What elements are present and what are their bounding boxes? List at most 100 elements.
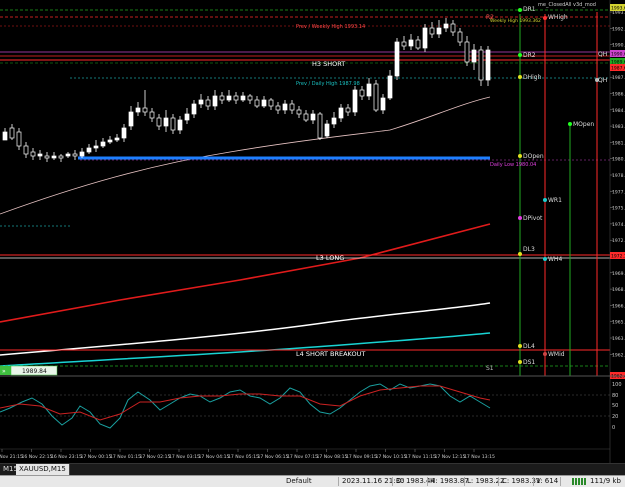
price-axis-label: 1987.6 xyxy=(612,75,625,81)
candle-body xyxy=(198,99,204,105)
dl3-marker xyxy=(518,252,522,256)
qh-label: QH xyxy=(598,77,607,84)
status-close: C: 1983.31 xyxy=(502,477,541,485)
dr2-label: DR2 xyxy=(523,52,536,59)
oscillator-axis-label: 80 xyxy=(612,393,618,399)
candle-body xyxy=(184,113,190,121)
dl4-marker xyxy=(518,344,522,348)
time-axis-label: 16 Nov 22:15 xyxy=(22,454,53,460)
candle-body xyxy=(93,145,99,149)
h3-short-label: H3 SHORT xyxy=(312,60,345,68)
candle-body xyxy=(471,49,477,63)
candle-body xyxy=(464,41,470,63)
dr1-marker xyxy=(518,8,522,12)
candle-body xyxy=(86,147,92,153)
time-axis-label: 17 Nov 09:15 xyxy=(346,454,377,460)
dpivot-label: DPivot xyxy=(523,215,543,222)
price-chart[interactable]: DR1 R2 WHigh Weekly High 1993.362 Prev /… xyxy=(0,0,625,463)
wmid-label: WMid xyxy=(548,351,565,358)
connection-icon xyxy=(572,478,586,485)
time-axis-label: 17 Nov 11:15 xyxy=(405,454,436,460)
price-axis-label: 1966.6 xyxy=(612,303,625,309)
time-axis-label: 17 Nov 08:15 xyxy=(317,454,348,460)
candle-body xyxy=(51,155,57,159)
candle-body xyxy=(226,95,232,101)
candle-body xyxy=(156,117,162,127)
candle-body xyxy=(72,153,78,157)
candle-body xyxy=(2,131,8,141)
chart-area[interactable]: DR1 R2 WHigh Weekly High 1993.362 Prev /… xyxy=(0,0,625,486)
wmid-marker xyxy=(543,352,547,356)
candle-body xyxy=(394,41,400,77)
scroll-arrow-icon: » xyxy=(2,368,6,375)
candle-body xyxy=(387,75,393,99)
dpivot-marker xyxy=(518,216,522,220)
price-axis-label: 1968.1 xyxy=(612,287,625,293)
time-axis-label: 16 Nov 23:15 xyxy=(51,454,82,460)
price-axis-label: 1975.6 xyxy=(612,206,625,212)
candle-body xyxy=(296,109,302,115)
candle-body xyxy=(275,105,281,111)
time-axis-label: 17 Nov 02:15 xyxy=(140,454,171,460)
candle-body xyxy=(212,95,218,107)
candle-body xyxy=(30,151,36,157)
candle-body xyxy=(23,145,29,155)
candle-body xyxy=(142,107,148,113)
l4-short-label: L4 SHORT BREAKOUT xyxy=(296,350,365,358)
candle-body xyxy=(359,89,365,97)
candle-body xyxy=(65,153,71,157)
dopen-label: DOpen xyxy=(523,153,544,160)
candle-body xyxy=(401,41,407,47)
qh-label-top: QH xyxy=(598,51,607,58)
candle-body xyxy=(247,95,253,101)
price-axis-label: 1962.1 xyxy=(612,352,625,358)
time-axis-label: 17 Nov 04:15 xyxy=(199,454,230,460)
candle-body xyxy=(436,27,442,35)
status-bar: Default 2023.11.16 21:30 O: 1983.44 H: 1… xyxy=(0,475,625,487)
price-axis-label: 1974.1 xyxy=(612,222,625,228)
candle-body xyxy=(268,99,274,107)
candle-body xyxy=(261,99,267,107)
price-badge-label: 1972.1 xyxy=(611,254,625,260)
candle-body xyxy=(289,103,295,111)
daily-low-label: Daily Low 1980.04 xyxy=(490,162,536,168)
candle-body xyxy=(310,113,316,121)
candle-body xyxy=(170,117,176,131)
price-axis-label: 1984.6 xyxy=(612,108,625,114)
mopen-marker xyxy=(568,122,572,126)
time-axis-label: 17 Nov 13:15 xyxy=(464,454,495,460)
candle-body xyxy=(149,111,155,119)
candle-body xyxy=(338,107,344,119)
mopen-label: MOpen xyxy=(573,121,594,128)
time-axis-label: 17 Nov 03:15 xyxy=(169,454,200,460)
candle-body xyxy=(303,113,309,121)
dhigh-marker xyxy=(518,75,522,79)
price-axis-label: 1990.6 xyxy=(612,43,625,49)
time-axis-label: 16 Nov 21:15 xyxy=(0,454,23,460)
candle-body xyxy=(485,49,491,81)
price-axis-label: 1980.1 xyxy=(612,157,625,163)
price-badge-label: 1993.6 xyxy=(611,6,625,12)
candle-body xyxy=(317,113,323,139)
whigh-marker xyxy=(543,16,547,20)
price-axis-label: 1981.6 xyxy=(612,140,625,146)
price-axis-label: 1986.1 xyxy=(612,92,625,98)
candle-body xyxy=(331,117,337,125)
dhigh-label: DHigh xyxy=(523,74,542,81)
candle-body xyxy=(128,111,134,127)
candle-body xyxy=(380,97,386,111)
l3-long-label: L3 LONG xyxy=(316,254,344,262)
tab-symbol-chart[interactable]: XAUUSD,M15 xyxy=(16,464,70,475)
time-axis-label: 17 Nov 06:15 xyxy=(258,454,289,460)
candle-body xyxy=(366,83,372,97)
status-volume: V: 614 xyxy=(536,477,559,485)
dl3-label: DL3 xyxy=(523,246,535,253)
candle-body xyxy=(44,155,50,159)
candle-body xyxy=(114,137,120,141)
price-axis-label: 1978.6 xyxy=(612,173,625,179)
price-axis-label: 1983.1 xyxy=(612,124,625,130)
ds1-label: DS1 xyxy=(523,359,535,366)
candle-body xyxy=(135,107,141,113)
candle-body xyxy=(352,89,358,113)
time-axis-label: 17 Nov 01:15 xyxy=(110,454,141,460)
